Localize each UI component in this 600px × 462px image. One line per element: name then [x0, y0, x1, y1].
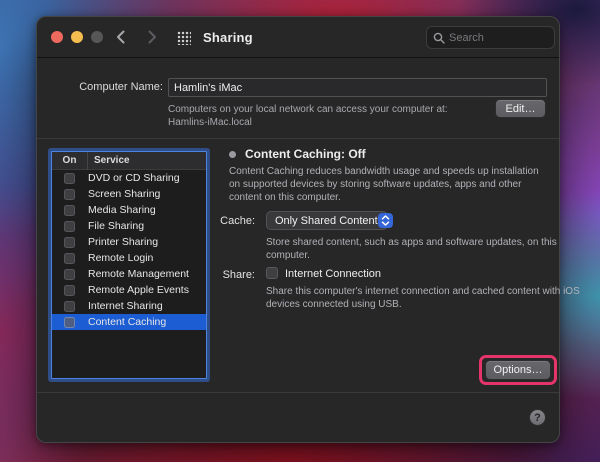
service-row[interactable]: Internet Sharing [52, 298, 206, 314]
internet-connection-label: Internet Connection [285, 268, 381, 280]
options-button[interactable]: Options… [485, 360, 551, 380]
popup-stepper-icon [378, 213, 393, 228]
cache-popup-button[interactable]: Only Shared Content [266, 211, 388, 230]
computer-name-label: Computer Name: [37, 81, 163, 93]
service-checkbox[interactable] [64, 205, 75, 216]
forward-chevron-icon[interactable] [143, 28, 161, 46]
main-content: On Service DVD or CD Sharing Screen Shar… [37, 139, 559, 393]
service-checkbox[interactable] [64, 189, 75, 200]
window-title: Sharing [203, 30, 253, 45]
nav-buttons [111, 28, 161, 46]
share-label: Share: [185, 269, 255, 281]
computer-name-field[interactable] [168, 78, 547, 97]
service-checkbox[interactable] [64, 269, 75, 280]
computer-name-section: Computer Name: Computers on your local n… [37, 58, 559, 139]
service-checkbox[interactable] [64, 253, 75, 264]
local-network-description: Computers on your local network can acce… [168, 103, 448, 129]
traffic-lights [51, 31, 103, 43]
edit-button[interactable]: Edit… [495, 99, 546, 118]
status-description: Content Caching reduces bandwidth usage … [229, 165, 549, 204]
search-icon [433, 32, 445, 44]
close-window-button[interactable] [51, 31, 63, 43]
column-header-service: Service [88, 155, 130, 166]
service-row[interactable]: File Sharing [52, 218, 206, 234]
service-checkbox[interactable] [64, 237, 75, 248]
service-checkbox[interactable] [64, 285, 75, 296]
service-row[interactable]: Media Sharing [52, 202, 206, 218]
service-row[interactable]: DVD or CD Sharing [52, 170, 206, 186]
title-bar: Sharing [37, 17, 559, 58]
service-checkbox[interactable] [64, 221, 75, 232]
status-title: Content Caching: Off [245, 147, 366, 161]
sharing-preferences-window: Sharing Computer Name: Computers on your… [36, 16, 560, 443]
status-indicator-icon [229, 151, 236, 158]
services-table-header: On Service [52, 152, 206, 170]
service-checkbox[interactable] [64, 173, 75, 184]
column-header-on: On [52, 152, 88, 170]
minimize-window-button[interactable] [71, 31, 83, 43]
share-description: Share this computer's internet connectio… [266, 285, 588, 311]
show-all-grid-icon[interactable] [177, 31, 191, 45]
back-chevron-icon[interactable] [111, 28, 129, 46]
service-row[interactable]: Remote Login [52, 250, 206, 266]
cache-description: Store shared content, such as apps and s… [266, 236, 566, 262]
service-checkbox[interactable] [64, 317, 75, 328]
zoom-window-button[interactable] [91, 31, 103, 43]
help-button[interactable]: ? [529, 409, 546, 426]
service-row[interactable]: Screen Sharing [52, 186, 206, 202]
search-input[interactable] [449, 32, 539, 44]
service-checkbox[interactable] [64, 301, 75, 312]
service-row[interactable]: Remote Management [52, 266, 206, 282]
cache-popup-value: Only Shared Content [275, 215, 378, 227]
status-row: Content Caching: Off [229, 147, 366, 161]
service-row[interactable]: Remote Apple Events [52, 282, 206, 298]
cache-label: Cache: [185, 215, 255, 227]
internet-connection-checkbox[interactable] [266, 267, 278, 279]
service-row[interactable]: Printer Sharing [52, 234, 206, 250]
service-row-content-caching-selected[interactable]: Content Caching [52, 314, 206, 330]
search-field[interactable] [426, 26, 555, 49]
services-table[interactable]: On Service DVD or CD Sharing Screen Shar… [51, 151, 207, 379]
